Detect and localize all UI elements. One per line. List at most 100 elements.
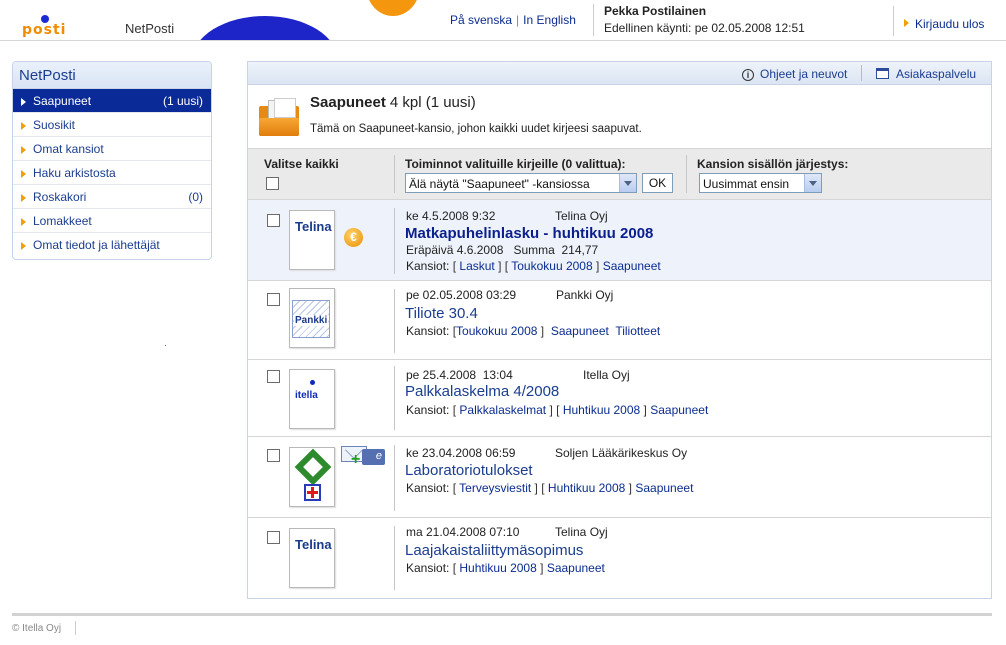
folder-icon <box>259 98 299 138</box>
folder-link[interactable]: Saapuneet <box>635 481 693 495</box>
app-name: NetPosti <box>125 21 175 36</box>
message-subject[interactable]: Laajakaistaliittymäsopimus <box>405 542 583 559</box>
folder-link[interactable]: Terveysviestit <box>459 481 531 495</box>
folder-link[interactable]: Toukokuu 2008 <box>456 324 537 338</box>
message-checkbox[interactable] <box>267 370 280 383</box>
message-folders: Kansiot: [Toukokuu 2008 ] Saapuneet Tili… <box>406 324 661 338</box>
customer-service-link[interactable]: Asiakaspalvelu <box>876 67 976 81</box>
folder-link[interactable]: Palkkalaskelmat <box>459 403 546 417</box>
sidebar-item-count: (0) <box>188 190 203 204</box>
folder-header: Saapuneet 4 kpl (1 uusi) Tämä on Saapunee… <box>248 85 991 148</box>
folder-link[interactable]: Huhtikuu 2008 <box>548 481 625 495</box>
lang-separator: | <box>516 13 520 27</box>
logo-label: Pankki <box>294 315 329 326</box>
due-date: 4.6.2008 <box>456 243 504 257</box>
sender-logo-telina[interactable]: Telina <box>289 210 335 270</box>
row-divider <box>394 445 395 511</box>
sort-select[interactable]: Uusimmat ensin <box>699 173 822 193</box>
info-icon: i <box>742 69 754 81</box>
logout-link[interactable]: Kirjaudu ulos <box>904 17 984 31</box>
support-label: Asiakaspalvelu <box>896 67 977 81</box>
decorative-orange-arc <box>366 0 420 16</box>
message-row[interactable]: Telina ma 21.04.2008 07:10 Telina Oyj La… <box>248 518 991 598</box>
message-sender: Soljen Lääkärikeskus Oy <box>555 446 688 460</box>
folder-link[interactable]: Saapuneet <box>650 403 708 417</box>
folders-label: Kansiot: <box>406 259 450 273</box>
actions-select[interactable]: Älä näytä "Saapuneet" -kansiossa <box>405 173 637 193</box>
logo-label: Telina <box>295 219 332 234</box>
logo-label: Telina <box>295 537 332 552</box>
message-subject[interactable]: Palkkalaskelma 4/2008 <box>405 383 559 400</box>
folders-label: Kansiot: <box>406 403 450 417</box>
sender-logo-telina[interactable]: Telina <box>289 528 335 588</box>
message-sender: Pankki Oyj <box>556 288 614 302</box>
sidebar-item-saapuneet[interactable]: Saapuneet (1 uusi) <box>13 89 211 113</box>
sidebar-item-omat-kansiot[interactable]: Omat kansiot <box>13 137 211 161</box>
ok-button[interactable]: OK <box>642 173 673 193</box>
chevron-down-icon <box>804 174 821 192</box>
last-visit: Edellinen käynti: pe 02.05.2008 12:51 <box>604 21 805 35</box>
sidebar-item-label: Omat kansiot <box>33 142 104 156</box>
folder-link[interactable]: Saapuneet <box>551 324 609 338</box>
sender-logo-itella[interactable]: itella <box>289 369 335 429</box>
folder-link[interactable]: Laskut <box>459 259 494 273</box>
message-row[interactable]: e + ke 23.04.2008 06:59 Soljen Lääkärikes… <box>248 437 991 518</box>
message-subject[interactable]: Laboratoriotulokset <box>405 462 533 479</box>
header: posti NetPosti På svenska | In English Pek… <box>0 0 1006 41</box>
euro-icon: € <box>344 228 363 247</box>
message-date: ke 23.04.2008 06:59 <box>406 446 516 460</box>
folder-link[interactable]: Saapuneet <box>547 561 605 575</box>
logout-label[interactable]: Kirjaudu ulos <box>915 17 984 31</box>
sort-select-value: Uusimmat ensin <box>703 177 790 191</box>
stray-pixel <box>165 345 166 346</box>
lang-swedish-link[interactable]: På svenska <box>450 13 512 27</box>
message-subject[interactable]: Tiliote 30.4 <box>405 305 478 322</box>
lang-english-link[interactable]: In English <box>523 13 576 27</box>
arrow-right-icon <box>21 194 26 202</box>
sender-logo-clinic[interactable] <box>289 447 335 507</box>
sidebar-item-roskakori[interactable]: Roskakori (0) <box>13 185 211 209</box>
message-row[interactable]: Pankki pe 02.05.2008 03:29 Pankki Oyj Ti… <box>248 281 991 360</box>
sidebar-item-label: Haku arkistosta <box>33 166 116 180</box>
message-checkbox[interactable] <box>267 293 280 306</box>
e-letter-mark: e <box>375 450 382 462</box>
e-letter-icon: e + <box>341 446 385 468</box>
folder-link[interactable]: Tiliotteet <box>615 324 660 338</box>
arrow-right-icon <box>21 170 26 178</box>
sidebar-item-suosikit[interactable]: Suosikit <box>13 113 211 137</box>
sidebar-item-lomakkeet[interactable]: Lomakkeet <box>13 209 211 233</box>
message-checkbox[interactable] <box>267 531 280 544</box>
message-date: pe 02.05.2008 03:29 <box>406 288 517 302</box>
sidebar-item-omat-tiedot[interactable]: Omat tiedot ja lähettäjät <box>13 233 211 257</box>
decorative-blue-arc <box>192 16 338 40</box>
logo-label: itella <box>295 390 318 401</box>
actions-label: Toiminnot valituille kirjeille (0 valitt… <box>405 157 626 171</box>
pankki-logo: Pankki <box>292 300 330 338</box>
message-checkbox[interactable] <box>267 214 280 227</box>
arrow-right-icon <box>21 98 26 106</box>
due-label: Eräpäivä <box>406 243 454 257</box>
copyright: © Itella Oyj <box>12 623 62 634</box>
folder-link[interactable]: Huhtikuu 2008 <box>459 561 536 575</box>
message-checkbox[interactable] <box>267 449 280 462</box>
folder-link[interactable]: Huhtikuu 2008 <box>563 403 640 417</box>
message-row[interactable]: Telina € ke 4.5.2008 9:32 Telina Oyj Mat… <box>248 200 991 281</box>
time-part: 13:04 <box>482 368 513 382</box>
posti-logo[interactable]: posti <box>22 12 70 38</box>
folder-link[interactable]: Toukokuu 2008 <box>511 259 592 273</box>
sidebar-item-label: Saapuneet <box>33 94 92 108</box>
folder-link[interactable]: Saapuneet <box>603 259 661 273</box>
folders-label: Kansiot: <box>406 481 450 495</box>
select-all-checkbox[interactable] <box>266 177 279 190</box>
message-date: ke 4.5.2008 9:32 <box>406 209 496 223</box>
message-subject[interactable]: Matkapuhelinlasku - huhtikuu 2008 <box>405 225 653 242</box>
sender-logo-pankki[interactable]: Pankki <box>289 288 335 348</box>
help-link[interactable]: i Ohjeet ja neuvot <box>742 67 847 81</box>
sidebar-item-haku-arkistosta[interactable]: Haku arkistosta <box>13 161 211 185</box>
message-row[interactable]: itella pe 25.4.2008 13:04 Itella Oyj Pal… <box>248 360 991 437</box>
main-panel: i Ohjeet ja neuvot Asiakaspalvelu Saapune… <box>247 61 992 599</box>
footer-separator <box>75 621 76 635</box>
folder-name: Saapuneet <box>310 94 386 111</box>
row-divider <box>394 289 395 353</box>
bill-details: Eräpäivä 4.6.2008 Summa 214,77 <box>406 243 598 257</box>
